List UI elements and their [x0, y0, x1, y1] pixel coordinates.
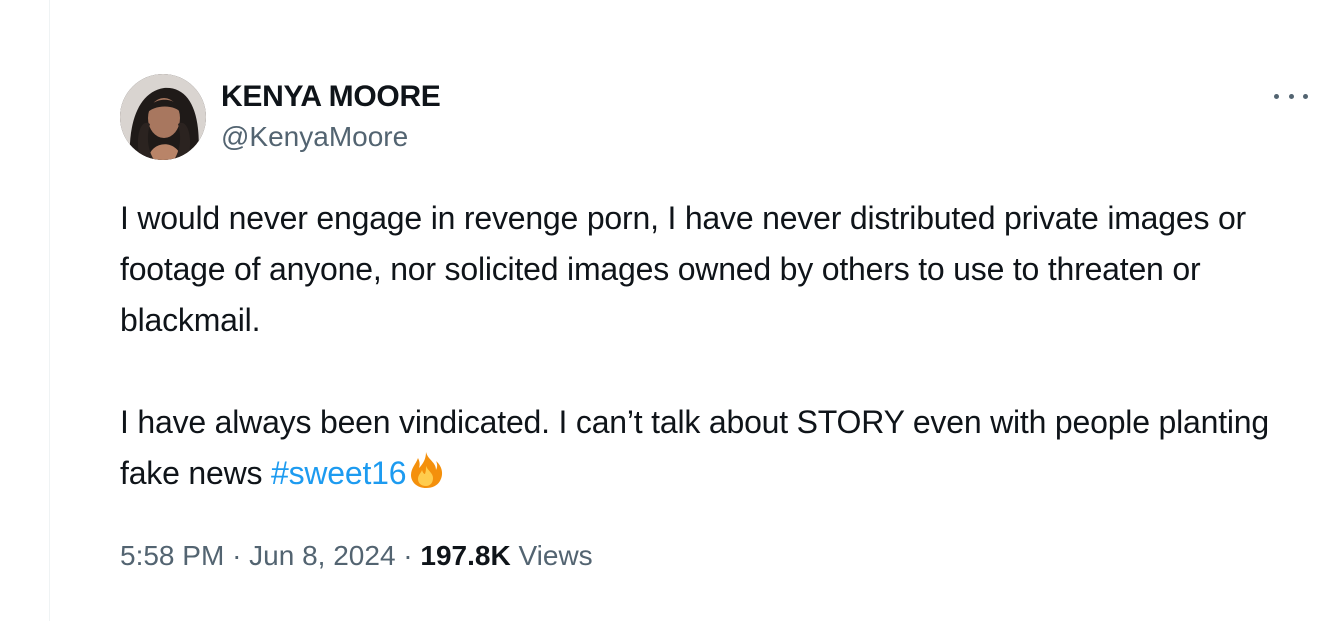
avatar[interactable]	[120, 74, 206, 160]
more-dot-icon	[1303, 93, 1308, 99]
views-count: 197.8K	[420, 540, 511, 571]
tweet-date[interactable]: Jun 8, 2024	[249, 540, 395, 571]
more-dot-icon	[1288, 93, 1294, 99]
tweet-paragraph: I have always been vindicated. I can’t t…	[120, 397, 1300, 499]
tweet-meta: 5:58 PM · Jun 8, 2024 · 197.8K Views	[120, 539, 1300, 573]
tweet-time[interactable]: 5:58 PM	[120, 540, 224, 571]
author-info: KENYA MOORE @KenyaMoore	[221, 80, 441, 154]
fire-emoji-icon	[411, 452, 443, 488]
hashtag-link[interactable]: #sweet16	[271, 455, 407, 491]
tweet-card: KENYA MOORE @KenyaMoore I would never en…	[120, 74, 1308, 573]
meta-separator: ·	[232, 540, 242, 571]
views-label: Views	[518, 540, 593, 571]
meta-separator: ·	[403, 540, 413, 571]
more-dot-icon	[1274, 93, 1279, 99]
avatar-image	[120, 74, 206, 160]
more-options-button[interactable]	[1274, 88, 1308, 104]
tweet-text: I would never engage in revenge porn, I …	[120, 193, 1300, 499]
timeline-divider	[49, 0, 50, 621]
tweet-header: KENYA MOORE @KenyaMoore	[120, 74, 1308, 160]
user-handle[interactable]: @KenyaMoore	[221, 120, 441, 154]
display-name[interactable]: KENYA MOORE	[221, 80, 441, 114]
tweet-paragraph: I would never engage in revenge porn, I …	[120, 200, 1247, 338]
